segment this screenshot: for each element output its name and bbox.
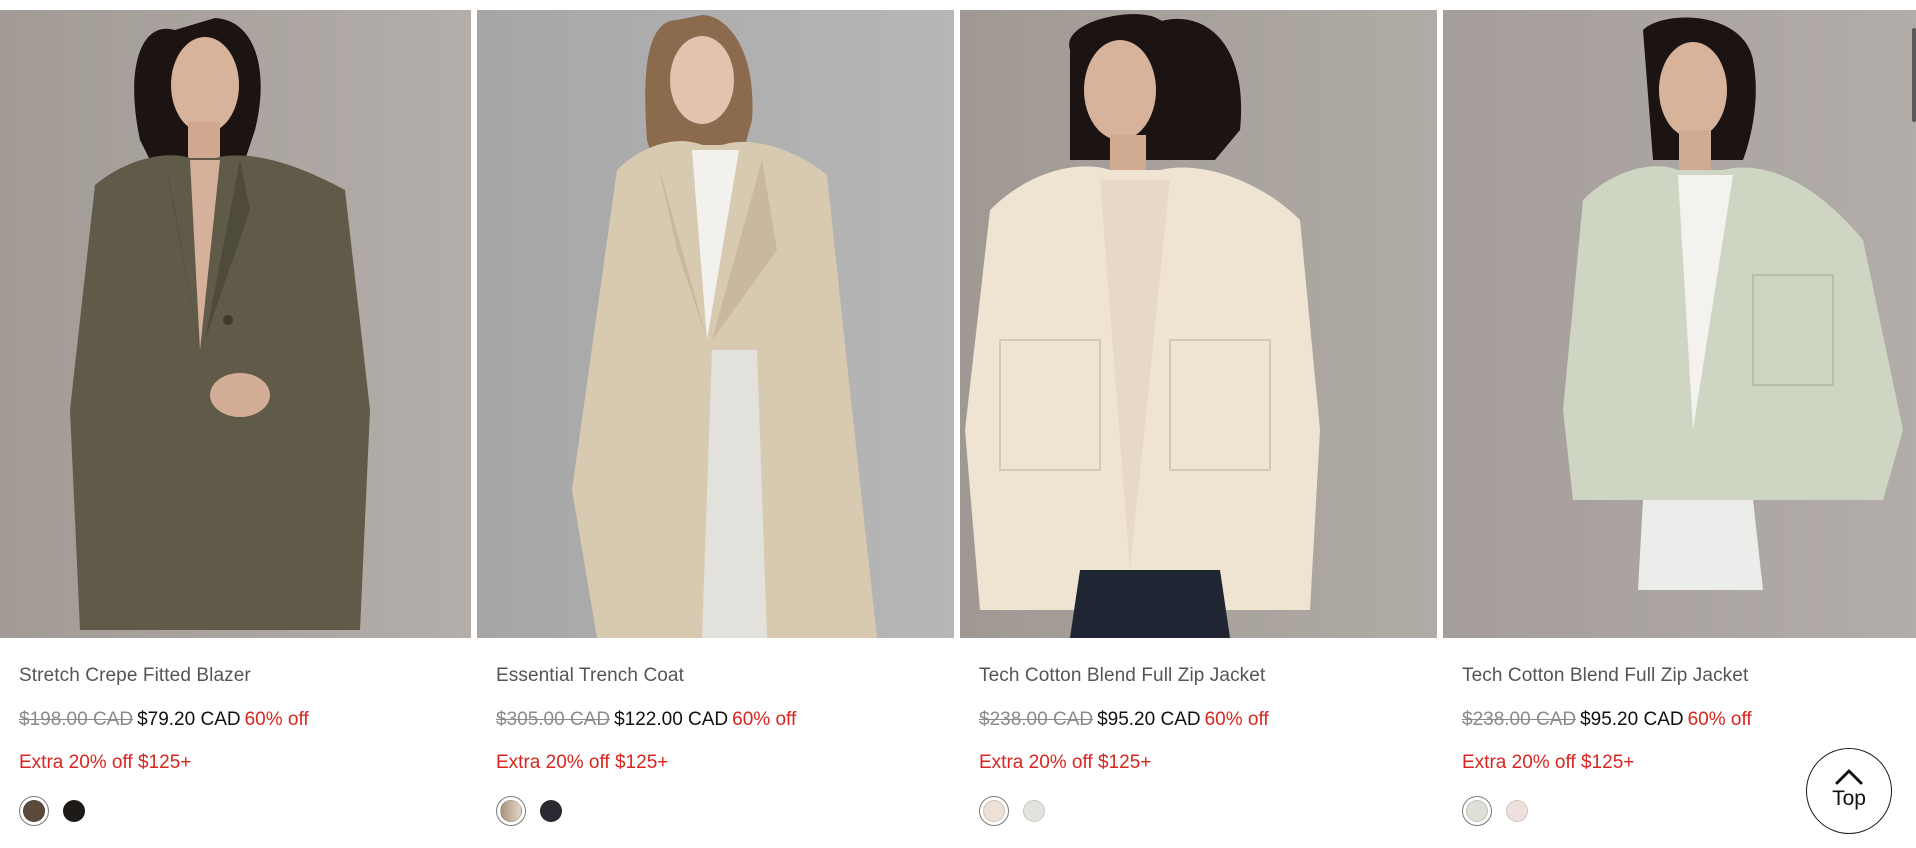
promo-text: Extra 20% off $125+	[19, 752, 192, 773]
color-swatch[interactable]	[1019, 796, 1049, 826]
price-row: $238.00 CAD $95.20 CAD 60% off	[979, 709, 1437, 735]
product-image[interactable]	[477, 10, 954, 638]
price-row: $238.00 CAD $95.20 CAD 60% off	[1462, 709, 1916, 735]
sale-price: $79.20 CAD	[137, 709, 241, 730]
promo-text: Extra 20% off $125+	[979, 752, 1152, 773]
color-swatch[interactable]	[536, 796, 566, 826]
sale-price: $95.20 CAD	[1097, 709, 1201, 730]
product-card[interactable]: Stretch Crepe Fitted Blazer $198.00 CAD $…	[0, 10, 471, 826]
product-name[interactable]: Essential Trench Coat	[496, 665, 954, 689]
product-card[interactable]: Essential Trench Coat $305.00 CAD $122.00…	[477, 10, 954, 826]
back-to-top-label: Top	[1832, 787, 1866, 810]
sale-price: $122.00 CAD	[614, 709, 729, 730]
product-image[interactable]	[960, 10, 1437, 638]
color-swatch[interactable]	[19, 796, 49, 826]
original-price: $238.00 CAD	[979, 709, 1094, 730]
color-swatch[interactable]	[496, 796, 526, 826]
discount-label: 60% off	[1204, 709, 1269, 730]
product-name[interactable]: Tech Cotton Blend Full Zip Jacket	[979, 665, 1437, 689]
product-name[interactable]: Tech Cotton Blend Full Zip Jacket	[1462, 665, 1916, 689]
color-swatch[interactable]	[1502, 796, 1532, 826]
color-swatch[interactable]	[979, 796, 1009, 826]
chevron-up-icon	[1835, 769, 1863, 785]
original-price: $238.00 CAD	[1462, 709, 1577, 730]
product-image[interactable]	[1443, 10, 1916, 638]
product-image[interactable]	[0, 10, 471, 638]
sale-price: $95.20 CAD	[1580, 709, 1684, 730]
discount-label: 60% off	[732, 709, 797, 730]
price-row: $305.00 CAD $122.00 CAD 60% off	[496, 709, 954, 735]
color-swatches	[496, 796, 954, 826]
color-swatches	[19, 796, 471, 826]
product-grid: Stretch Crepe Fitted Blazer $198.00 CAD $…	[0, 10, 1916, 826]
original-price: $305.00 CAD	[496, 709, 611, 730]
back-to-top-button[interactable]: Top	[1806, 748, 1892, 834]
scrollbar-thumb[interactable]	[1912, 28, 1916, 122]
color-swatch[interactable]	[59, 796, 89, 826]
price-row: $198.00 CAD $79.20 CAD 60% off	[19, 709, 471, 735]
original-price: $198.00 CAD	[19, 709, 134, 730]
discount-label: 60% off	[244, 709, 309, 730]
product-card[interactable]: Tech Cotton Blend Full Zip Jacket $238.0…	[1443, 10, 1916, 826]
product-name[interactable]: Stretch Crepe Fitted Blazer	[19, 665, 471, 689]
discount-label: 60% off	[1687, 709, 1752, 730]
product-card[interactable]: Tech Cotton Blend Full Zip Jacket $238.0…	[960, 10, 1437, 826]
color-swatches	[979, 796, 1437, 826]
color-swatch[interactable]	[1462, 796, 1492, 826]
promo-text: Extra 20% off $125+	[496, 752, 669, 773]
